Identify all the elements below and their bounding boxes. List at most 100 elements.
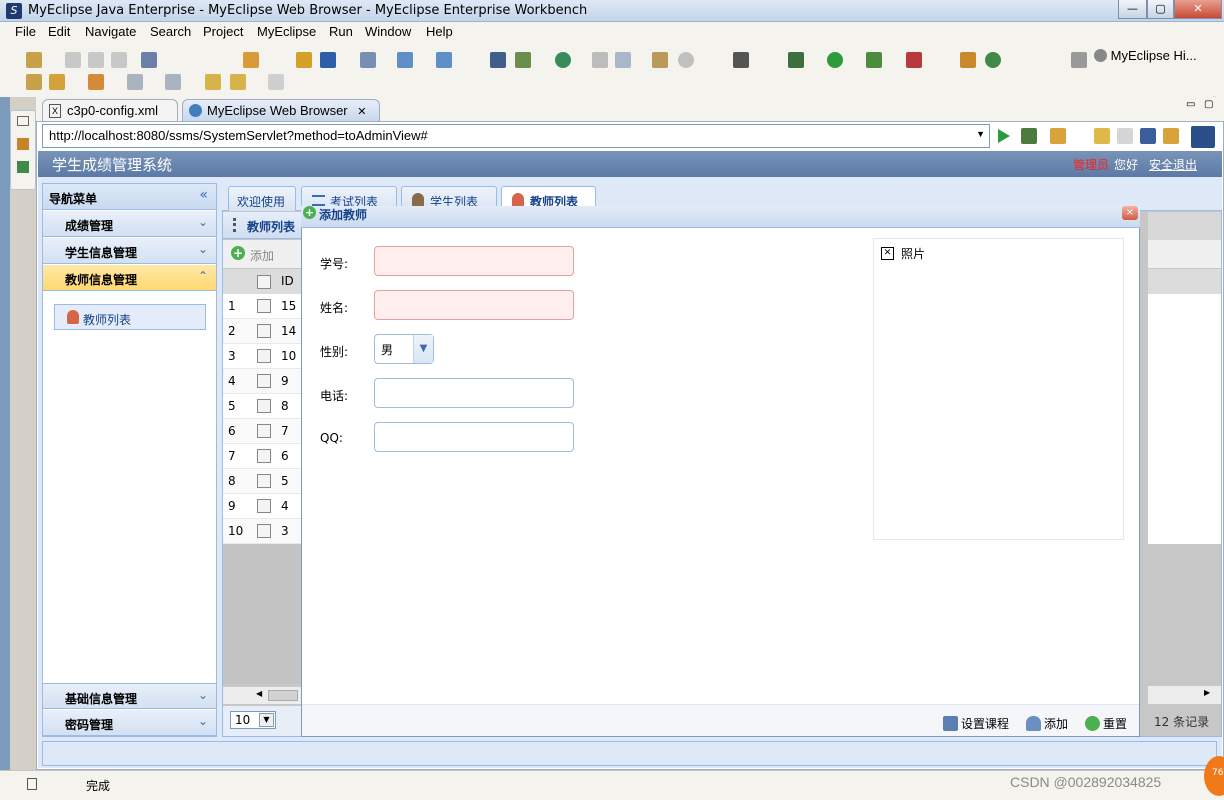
tab-c3p0-config[interactable]: X c3p0-config.xml (42, 99, 178, 121)
browser-stop-icon[interactable] (1140, 128, 1156, 144)
maximize-button[interactable]: ▢ (1147, 0, 1174, 19)
scroll-left-icon[interactable]: ◀ (256, 689, 262, 698)
row-checkbox[interactable] (257, 449, 271, 463)
binary-icon[interactable] (141, 52, 157, 68)
select-all-checkbox[interactable] (257, 275, 271, 289)
row-checkbox[interactable] (257, 299, 271, 313)
add-button[interactable]: 添加 (1026, 715, 1068, 732)
menu-myeclipse[interactable]: MyEclipse (257, 24, 316, 39)
scroll-right-icon[interactable]: ▶ (1204, 688, 1210, 697)
tab-welcome[interactable]: 欢迎使用 (228, 186, 296, 212)
minimized-views-stack[interactable] (10, 110, 36, 190)
url-input[interactable]: http://localhost:8080/ssms/SystemServlet… (42, 124, 990, 148)
print-icon[interactable] (111, 52, 127, 68)
run-config-icon[interactable] (866, 52, 882, 68)
nav-section-students[interactable]: 学生信息管理 ⌄ (43, 238, 216, 264)
globe-icon[interactable] (555, 52, 571, 68)
sn-input[interactable] (374, 246, 574, 276)
next-annotation-icon[interactable] (127, 74, 143, 90)
menu-project[interactable]: Project (203, 24, 243, 39)
row-checkbox[interactable] (257, 424, 271, 438)
package-explorer-icon[interactable] (17, 138, 29, 150)
nav-section-scores[interactable]: 成绩管理 ⌄ (43, 211, 216, 237)
table-row[interactable]: 10 3 (223, 519, 301, 544)
new-icon[interactable] (26, 52, 42, 68)
open-type-icon[interactable] (26, 74, 42, 90)
dialog-close-button[interactable]: × (1122, 206, 1138, 220)
close-tab-icon[interactable]: ✕ (357, 106, 366, 118)
browser-forward-icon[interactable] (1117, 128, 1133, 144)
camera-icon[interactable] (733, 52, 749, 68)
settings-icon[interactable] (678, 52, 694, 68)
package-icon[interactable] (296, 52, 312, 68)
row-checkbox[interactable] (257, 399, 271, 413)
save-all-icon[interactable] (88, 52, 104, 68)
table-row[interactable]: 67 (223, 419, 301, 444)
phone-input[interactable] (374, 378, 574, 408)
restore-view-icon[interactable] (17, 116, 29, 126)
menu-edit[interactable]: Edit (48, 24, 70, 39)
image-icon[interactable] (592, 52, 608, 68)
fast-view-icon[interactable] (27, 778, 37, 790)
menu-help[interactable]: Help (426, 24, 453, 39)
run-server-icon[interactable] (436, 52, 452, 68)
nav-item-teacher-list[interactable]: 教师列表 (54, 304, 206, 330)
cube-icon[interactable] (320, 52, 336, 68)
grid-add-button[interactable]: 添加 (250, 247, 274, 264)
scrollbar-thumb[interactable] (268, 690, 298, 701)
table-row[interactable]: 94 (223, 494, 301, 519)
table-row[interactable]: 3 10 (223, 344, 301, 369)
row-checkbox[interactable] (257, 474, 271, 488)
browser-refresh-icon[interactable] (1163, 128, 1179, 144)
minimize-editor-icon[interactable]: ▭ (1186, 99, 1195, 110)
browser-back-icon[interactable] (1094, 128, 1110, 144)
forward-icon[interactable] (268, 74, 284, 90)
row-checkbox[interactable] (257, 374, 271, 388)
horizontal-scrollbar-right[interactable]: ▶ (1148, 686, 1221, 704)
nav-section-basic-info[interactable]: 基础信息管理 ⌄ (43, 683, 216, 709)
table-row[interactable]: 85 (223, 469, 301, 494)
table-row[interactable]: 58 (223, 394, 301, 419)
row-checkbox[interactable] (257, 499, 271, 513)
server-icon[interactable] (490, 52, 506, 68)
nav-section-teachers[interactable]: 教师信息管理 ⌃ (43, 265, 216, 291)
new-project-icon[interactable] (243, 52, 259, 68)
menu-file[interactable]: File (15, 24, 36, 39)
table-row[interactable]: 49 (223, 369, 301, 394)
page-size-select[interactable]: 10 ▼ (230, 711, 276, 729)
last-edit-icon[interactable] (205, 74, 221, 90)
perspective-switcher[interactable]: MyEclipse Hi... (1066, 48, 1214, 70)
menu-run[interactable]: Run (329, 24, 353, 39)
reset-button[interactable]: 重置 (1085, 715, 1127, 732)
new-interface-icon[interactable] (985, 52, 1001, 68)
favorites-icon[interactable] (1050, 128, 1066, 144)
build-icon[interactable] (360, 52, 376, 68)
nav-section-password[interactable]: 密码管理 ⌄ (43, 710, 216, 736)
table-row[interactable]: 2 14 (223, 319, 301, 344)
hierarchy-icon[interactable] (17, 161, 29, 173)
gender-select[interactable]: 男 ▼ (374, 334, 434, 364)
back-icon[interactable] (230, 74, 246, 90)
maximize-editor-icon[interactable]: ▢ (1204, 99, 1213, 110)
row-checkbox[interactable] (257, 524, 271, 538)
set-course-button[interactable]: 设置课程 (943, 715, 1009, 732)
search-tool-icon[interactable] (88, 74, 104, 90)
collapse-nav-icon[interactable]: « (199, 187, 208, 203)
run-icon[interactable] (827, 52, 843, 68)
external-tools-icon[interactable] (906, 52, 922, 68)
tab-web-browser[interactable]: MyEclipse Web Browser ✕ (182, 99, 380, 121)
table-row[interactable]: 76 (223, 444, 301, 469)
name-input[interactable] (374, 290, 574, 320)
horizontal-scrollbar[interactable]: ◀ (223, 686, 301, 704)
open-task-icon[interactable] (49, 74, 65, 90)
close-window-button[interactable]: ✕ (1174, 0, 1222, 19)
table-row[interactable]: 1 15 (223, 294, 301, 319)
deploy-icon[interactable] (397, 52, 413, 68)
row-checkbox[interactable] (257, 349, 271, 363)
minimize-button[interactable]: — (1118, 0, 1147, 19)
debug-icon[interactable] (788, 52, 804, 68)
row-checkbox[interactable] (257, 324, 271, 338)
qq-input[interactable] (374, 422, 574, 452)
logout-link[interactable]: 安全退出 (1149, 156, 1197, 173)
html-icon[interactable] (652, 52, 668, 68)
